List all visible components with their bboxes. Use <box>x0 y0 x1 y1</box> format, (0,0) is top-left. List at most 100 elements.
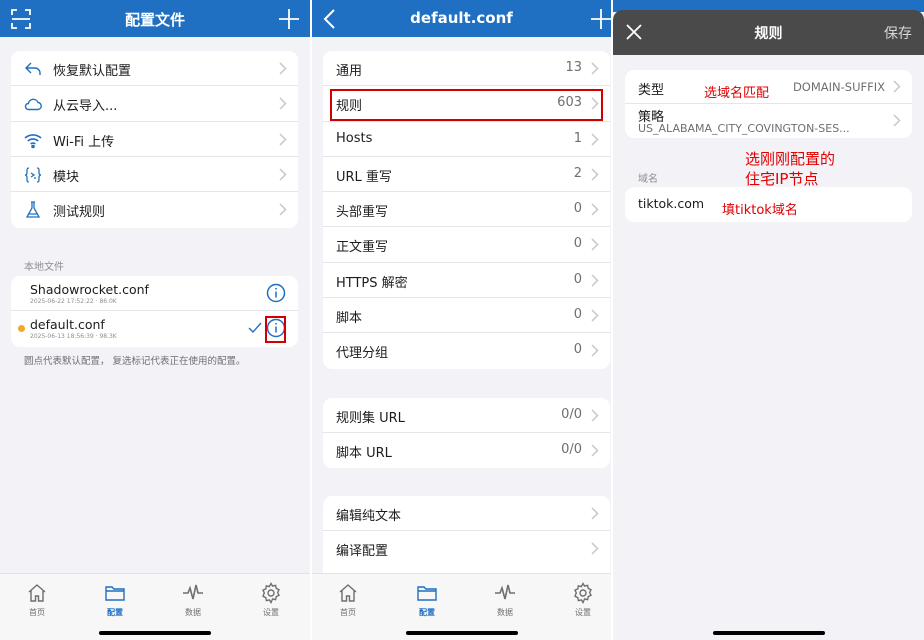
type-value: DOMAIN-SUFFIX <box>792 80 885 94</box>
save-button[interactable]: 保存 <box>884 23 912 43</box>
chevron-right-icon <box>893 114 901 127</box>
chevron-right-icon <box>591 203 599 216</box>
tab-bar: 首页 配置 数据 设置 <box>0 573 310 640</box>
gear-icon <box>262 582 280 604</box>
folder-icon <box>417 586 437 601</box>
tab-settings[interactable]: 设置 <box>561 582 605 618</box>
file-row-shadowrocket[interactable]: Shadowrocket.conf 2025-06-22 17:52:22 · … <box>11 276 298 311</box>
menu-label: 测试规则 <box>53 205 106 221</box>
config-files-screen: 配置文件 恢复默认配置 从云导入... Wi-Fi 上传 模块 测试规则 本地文… <box>0 0 310 640</box>
menu-item-restore-default[interactable]: 恢复默认配置 <box>11 51 298 87</box>
home-indicator <box>405 631 518 635</box>
row-compile-config[interactable]: 编译配置 <box>323 531 610 566</box>
house-icon <box>28 584 46 602</box>
tab-home[interactable]: 首页 <box>15 582 59 618</box>
navbar: 配置文件 <box>0 0 310 37</box>
highlight-info-button <box>265 316 286 343</box>
chevron-right-icon <box>591 62 599 75</box>
annotation-domain: 填tiktok域名 <box>722 203 798 218</box>
wifi-icon <box>24 133 42 148</box>
tab-data[interactable]: 数据 <box>483 582 527 618</box>
policy-value: US_ALABAMA_CITY_COVINGTON-SES... <box>638 122 850 135</box>
file-name: Shadowrocket.conf <box>30 282 149 297</box>
chevron-right-icon <box>893 80 901 93</box>
highlight-rules-row <box>330 89 603 121</box>
row-hosts[interactable]: Hosts 1 <box>323 122 610 157</box>
annotation-policy-line2: 住宅IP节点 <box>745 170 819 188</box>
add-icon[interactable] <box>277 7 301 31</box>
pulse-icon <box>495 584 515 600</box>
rule-config-card: 类型 DOMAIN-SUFFIX 策略 US_ALABAMA_CITY_COVI… <box>625 70 912 138</box>
flask-icon <box>25 201 41 218</box>
domain-input[interactable]: tiktok.com <box>638 196 704 211</box>
menu-item-import-cloud[interactable]: 从云导入... <box>11 86 298 122</box>
chevron-right-icon <box>591 238 599 252</box>
chevron-right-icon <box>591 444 599 457</box>
row-url-rewrite[interactable]: URL 重写 2 <box>323 157 610 193</box>
row-policy[interactable]: 策略 US_ALABAMA_CITY_COVINGTON-SES... <box>625 104 912 138</box>
row-ruleset-url[interactable]: 规则集 URL 0/0 <box>323 398 610 434</box>
annotation-policy-line1: 选刚刚配置的 <box>745 150 836 168</box>
file-meta: 2025-06-22 17:52:22 · 86.0K <box>30 298 117 305</box>
gear-icon <box>574 582 592 604</box>
menu-item-modules[interactable]: 模块 <box>11 157 298 193</box>
undo-icon <box>25 62 41 75</box>
row-general[interactable]: 通用 13 <box>323 51 610 87</box>
chevron-right-icon <box>591 507 599 520</box>
add-icon[interactable] <box>589 7 611 31</box>
chevron-right-icon <box>279 97 287 110</box>
sheet-header: 规则 保存 <box>613 10 924 55</box>
row-script[interactable]: 脚本 0 <box>323 298 610 334</box>
row-body-rewrite[interactable]: 正文重写 0 <box>323 227 610 263</box>
row-script-url[interactable]: 脚本 URL 0/0 <box>323 433 610 468</box>
checkmark-icon <box>248 322 262 334</box>
local-files-card: Shadowrocket.conf 2025-06-22 17:52:22 · … <box>11 276 298 347</box>
tab-config[interactable]: 配置 <box>405 582 449 618</box>
chevron-right-icon <box>279 203 287 216</box>
row-proxy-group[interactable]: 代理分组 0 <box>323 333 610 368</box>
chevron-right-icon <box>279 133 287 146</box>
row-https-decrypt[interactable]: HTTPS 解密 0 <box>323 263 610 299</box>
menu-label: Wi-Fi 上传 <box>53 134 115 150</box>
menu-label: 从云导入... <box>53 99 118 115</box>
sheet-title: 规则 <box>754 26 783 42</box>
page-title: 配置文件 <box>124 11 185 29</box>
chevron-right-icon <box>279 62 287 75</box>
folder-icon <box>105 586 125 601</box>
chevron-right-icon <box>591 344 599 357</box>
menu-card: 恢复默认配置 从云导入... Wi-Fi 上传 模块 测试规则 <box>11 51 298 228</box>
menu-item-wifi-upload[interactable]: Wi-Fi 上传 <box>11 122 298 157</box>
menu-label: 模块 <box>53 169 80 185</box>
annotation-type: 选域名匹配 <box>704 86 770 101</box>
domain-section-label: 域名 <box>638 174 658 185</box>
chevron-right-icon <box>591 274 599 287</box>
chevron-right-icon <box>591 133 599 146</box>
info-icon[interactable] <box>266 283 286 303</box>
tab-data[interactable]: 数据 <box>171 582 215 618</box>
chevron-right-icon <box>591 168 599 181</box>
navbar: default.conf <box>312 0 611 37</box>
default-config-dot <box>18 325 25 332</box>
cloud-icon <box>24 98 42 111</box>
row-header-rewrite[interactable]: 头部重写 0 <box>323 192 610 228</box>
config-detail-screen: default.conf 通用 13 规则 603 Hosts 1 URL 重写 2 头… <box>312 0 611 640</box>
chevron-right-icon <box>591 542 599 555</box>
chevron-right-icon <box>591 309 599 322</box>
menu-item-test-rules[interactable]: 测试规则 <box>11 192 298 227</box>
tab-settings[interactable]: 设置 <box>249 582 293 618</box>
type-label: 类型 <box>638 83 665 98</box>
rule-edit-screen: 规则 保存 类型 DOMAIN-SUFFIX 策略 US_ALABAMA_CIT… <box>613 0 924 640</box>
footnote: 圆点代表默认配置， 复选标记代表正在使用的配置。 <box>24 356 246 367</box>
file-name: default.conf <box>30 317 105 332</box>
home-indicator <box>99 631 211 635</box>
local-files-label: 本地文件 <box>24 262 64 273</box>
row-edit-plain-text[interactable]: 编辑纯文本 <box>323 496 610 532</box>
tab-home[interactable]: 首页 <box>326 582 370 618</box>
house-icon <box>339 584 357 602</box>
file-row-default[interactable]: default.conf 2025-06-13 18:56:39 · 98.3K <box>11 311 298 347</box>
menu-label: 恢复默认配置 <box>53 64 132 79</box>
code-braces-icon <box>24 167 42 183</box>
tab-config[interactable]: 配置 <box>93 582 137 618</box>
tab-bar: 首页 配置 数据 设置 <box>312 573 611 640</box>
pulse-icon <box>183 584 203 600</box>
